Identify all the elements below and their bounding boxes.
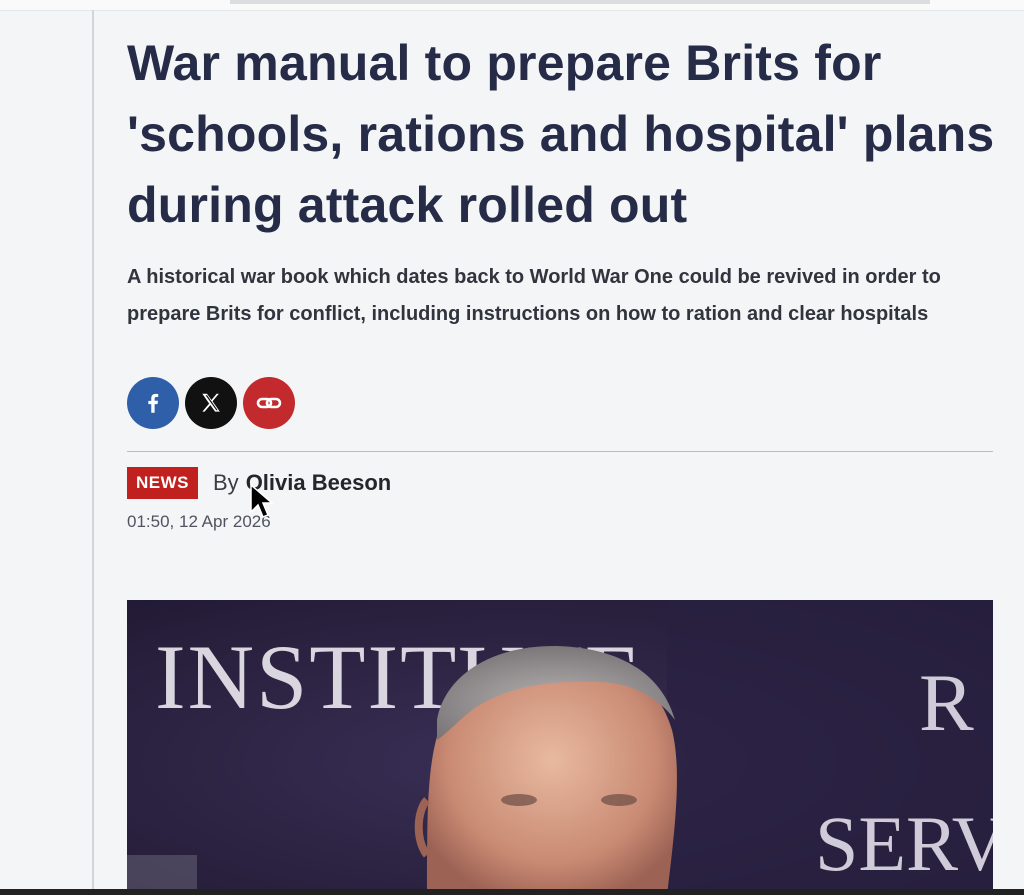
browser-top-strip: [0, 0, 1024, 11]
byline-divider: [127, 451, 993, 452]
article-headline: War manual to prepare Brits for 'schools…: [127, 35, 995, 233]
link-icon: [256, 397, 282, 409]
sign-right-top-text: R: [919, 657, 974, 748]
left-column-divider: [92, 10, 94, 895]
article-standfirst: A historical war book which dates back t…: [127, 266, 941, 325]
by-label: By: [213, 470, 239, 495]
share-buttons: [127, 377, 997, 429]
hero-photo: INSTITUTE R SERV: [127, 600, 993, 895]
bottom-edge: [0, 889, 1024, 895]
page: War manual to prepare Brits for 'schools…: [0, 0, 1024, 895]
horizontal-scrollbar[interactable]: [230, 0, 930, 4]
x-share-button[interactable]: [185, 377, 237, 429]
facebook-icon: [148, 393, 159, 413]
article: War manual to prepare Brits for 'schools…: [127, 28, 997, 532]
hero-image: INSTITUTE R SERV: [127, 600, 993, 895]
copy-link-button[interactable]: [243, 377, 295, 429]
mouse-cursor-icon: [250, 484, 274, 518]
facebook-share-button[interactable]: [127, 377, 179, 429]
category-badge[interactable]: NEWS: [127, 467, 198, 499]
x-logo-icon: [202, 393, 220, 412]
sign-right-bottom-text: SERV: [815, 800, 993, 887]
